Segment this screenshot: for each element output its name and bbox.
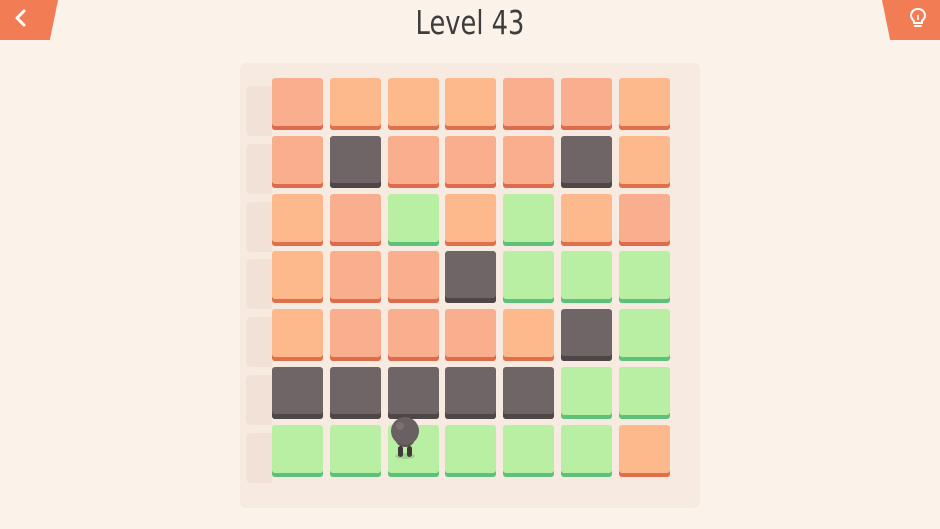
tile-gray[interactable] — [329, 367, 381, 419]
tile-orange[interactable] — [272, 251, 323, 304]
tile-orange[interactable] — [445, 193, 497, 246]
tile-green[interactable] — [503, 424, 555, 477]
tile-green[interactable] — [618, 367, 670, 419]
tile-orange[interactable] — [272, 193, 323, 246]
tile-salmon[interactable] — [387, 309, 439, 362]
tile-green[interactable] — [387, 193, 439, 246]
row-marker — [246, 432, 272, 483]
tile-orange[interactable] — [618, 135, 670, 188]
tile-salmon[interactable] — [387, 251, 439, 304]
tile-green[interactable] — [561, 367, 612, 419]
tile-orange[interactable] — [387, 78, 439, 130]
lightbulb-icon — [909, 7, 927, 34]
tile-gray[interactable] — [445, 367, 497, 419]
row-marker — [246, 86, 272, 136]
tile-orange[interactable] — [445, 78, 497, 130]
tile-salmon[interactable] — [329, 193, 381, 246]
chevron-left-icon — [12, 8, 30, 33]
tile-green[interactable] — [561, 424, 612, 477]
tile-salmon[interactable] — [561, 78, 612, 130]
tile-orange[interactable] — [561, 193, 612, 246]
tile-green[interactable] — [561, 251, 612, 304]
tile-orange[interactable] — [272, 309, 323, 362]
row-marker — [246, 143, 272, 194]
tile-orange[interactable] — [329, 78, 381, 130]
row-marker — [246, 375, 272, 425]
back-button[interactable] — [0, 0, 58, 40]
row-marker — [246, 317, 272, 368]
tile-green[interactable] — [503, 193, 555, 246]
tile-salmon[interactable] — [387, 135, 439, 188]
tile-orange[interactable] — [618, 78, 670, 130]
tile-salmon[interactable] — [618, 193, 670, 246]
player-character — [388, 416, 422, 460]
hint-button[interactable] — [882, 0, 940, 40]
level-title: Level 43 — [415, 3, 525, 42]
tile-gray[interactable] — [387, 367, 439, 419]
tile-salmon[interactable] — [503, 78, 555, 130]
tile-orange[interactable] — [503, 309, 555, 362]
tile-gray[interactable] — [329, 135, 381, 188]
tile-orange[interactable] — [618, 424, 670, 477]
tile-gray[interactable] — [272, 367, 323, 419]
tile-salmon[interactable] — [445, 135, 497, 188]
tile-gray[interactable] — [445, 251, 497, 304]
tile-green[interactable] — [503, 251, 555, 304]
row-marker — [246, 259, 272, 310]
tile-salmon[interactable] — [445, 309, 497, 362]
tile-green[interactable] — [618, 309, 670, 362]
tile-gray[interactable] — [561, 309, 612, 362]
tile-gray[interactable] — [561, 135, 612, 188]
tile-green[interactable] — [329, 424, 381, 477]
tile-salmon[interactable] — [503, 135, 555, 188]
row-marker — [246, 201, 272, 252]
tile-salmon[interactable] — [329, 309, 381, 362]
tile-gray[interactable] — [503, 367, 555, 419]
tile-salmon[interactable] — [329, 251, 381, 304]
tile-green[interactable] — [272, 424, 323, 477]
tile-green[interactable] — [618, 251, 670, 304]
tile-green[interactable] — [445, 424, 497, 477]
tile-salmon[interactable] — [272, 78, 323, 130]
tile-salmon[interactable] — [272, 135, 323, 188]
